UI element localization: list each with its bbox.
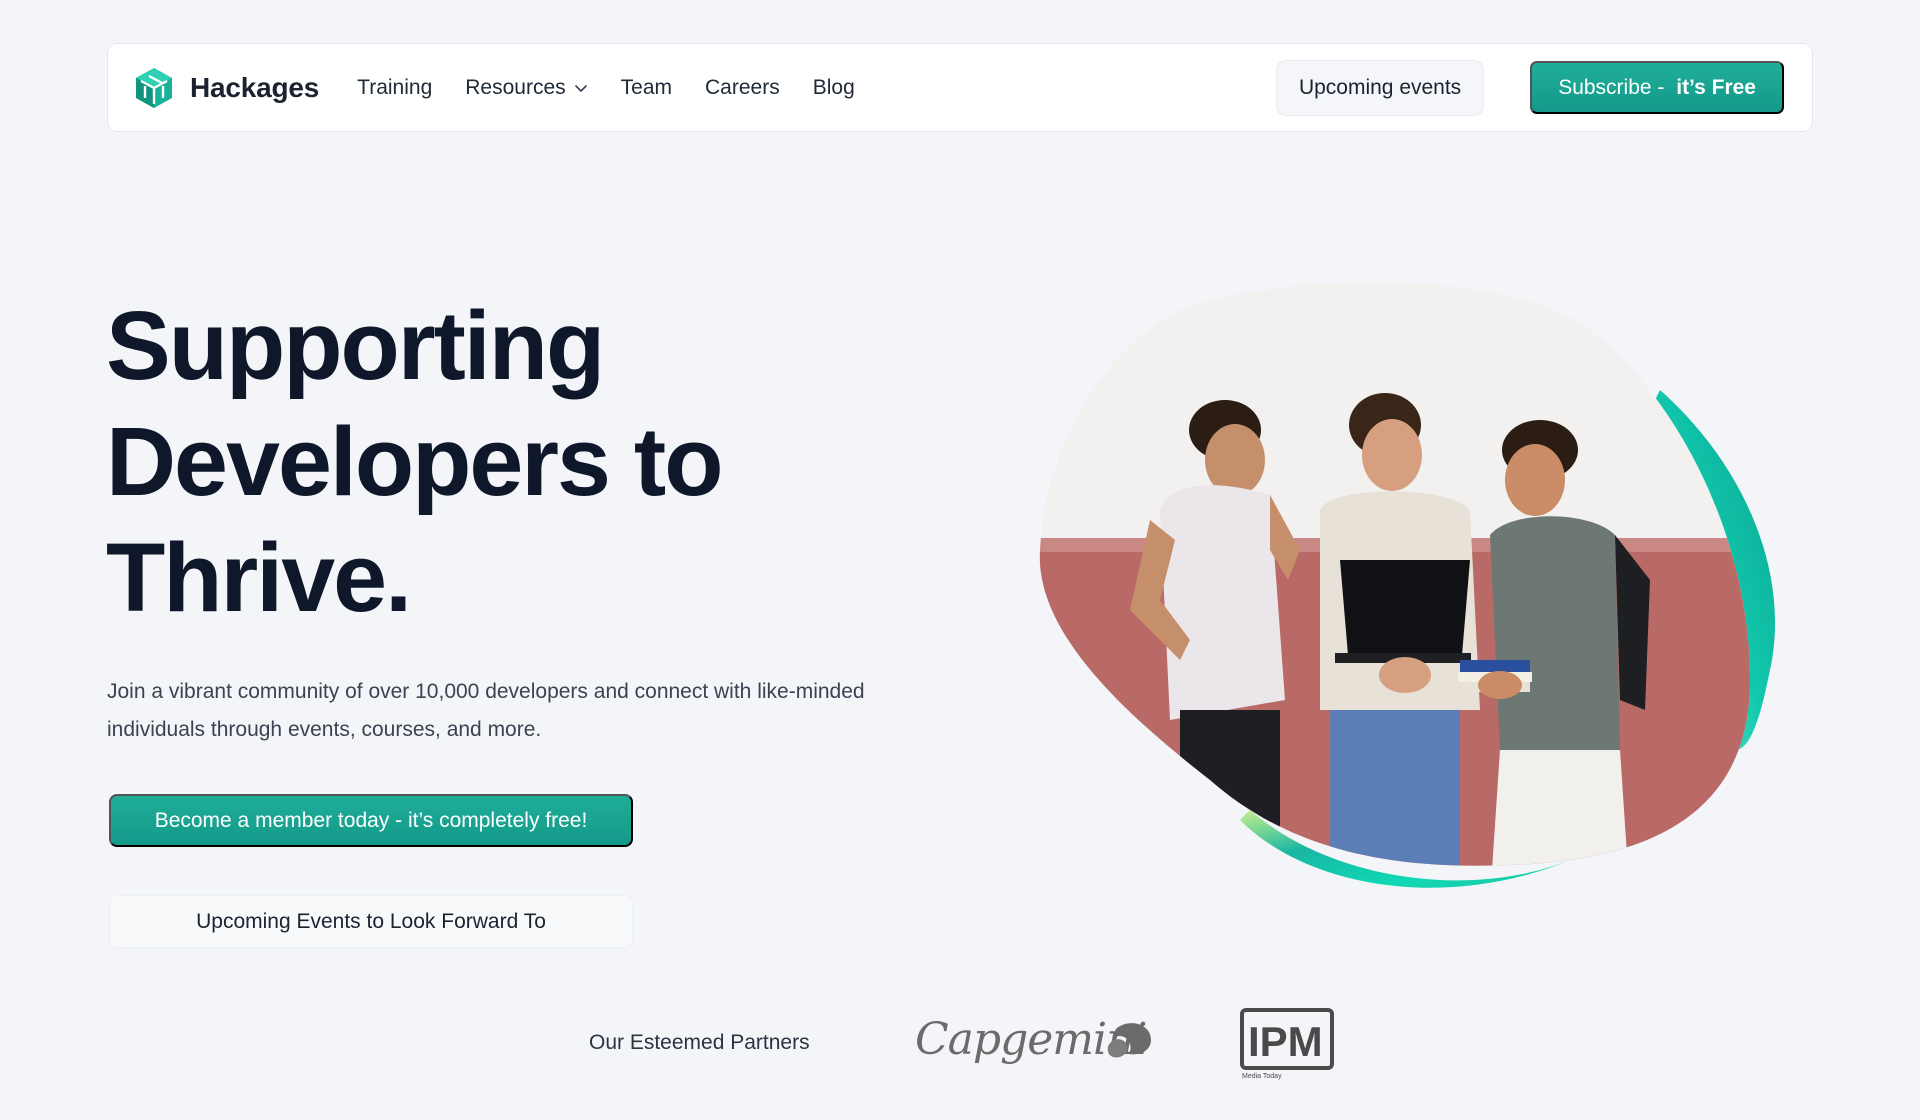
nav-link-label: Team [620, 75, 673, 99]
brand-name: Hackages [190, 71, 320, 103]
nav-links: Training Resources Team Careers Blog [357, 76, 888, 100]
capgemini-logo: Capgemini [915, 1014, 1151, 1065]
nav-link-training[interactable]: Training [357, 76, 432, 100]
nav-link-label: Training [357, 75, 433, 99]
nav-link-label: Careers [705, 75, 780, 99]
nav-link-label: Blog [812, 75, 855, 99]
hero-title-line: Supporting [106, 291, 605, 400]
hero-title-line: Developers to [106, 407, 724, 516]
ipm-logo: IPM Media Today [1240, 1008, 1334, 1080]
subscribe-button[interactable]: Subscribe - it’s Free [1530, 61, 1784, 114]
nav-actions: Upcoming events Subscribe - it’s Free [1275, 59, 1784, 116]
upcoming-events-cta-button[interactable]: Upcoming Events to Look Forward To [109, 895, 633, 948]
top-navbar: Hackages Training Resources Team Careers… [107, 43, 1813, 132]
hero-illustration [1039, 282, 1776, 888]
ipm-wordmark: IPM [1248, 1018, 1323, 1065]
brand-home-link[interactable]: Hackages [132, 66, 319, 110]
ipm-subtext: Media Today [1242, 1073, 1282, 1080]
nav-link-blog[interactable]: Blog [813, 76, 855, 100]
partners-label: Our Esteemed Partners [589, 1031, 810, 1054]
capgemini-wordmark: Capgemini [915, 1014, 1146, 1065]
hero-title-line: Thrive. [106, 523, 412, 632]
chevron-down-icon [574, 84, 587, 92]
upcoming-events-button[interactable]: Upcoming events [1275, 59, 1485, 116]
nav-link-label: Resources [465, 75, 566, 99]
hero-description: Join a vibrant community of over 10,000 … [107, 680, 865, 741]
become-member-button[interactable]: Become a member today - it’s completely … [109, 794, 633, 847]
nav-link-team[interactable]: Team [621, 76, 672, 100]
hackages-cube-icon [136, 67, 172, 108]
subscribe-prefix: Subscribe - [1558, 75, 1671, 99]
hero-title: Supporting Developers to Thrive. [106, 288, 906, 636]
subscribe-free-label: it’s Free [1676, 75, 1756, 99]
nav-link-resources[interactable]: Resources [465, 76, 587, 100]
nav-link-careers[interactable]: Careers [705, 76, 780, 100]
